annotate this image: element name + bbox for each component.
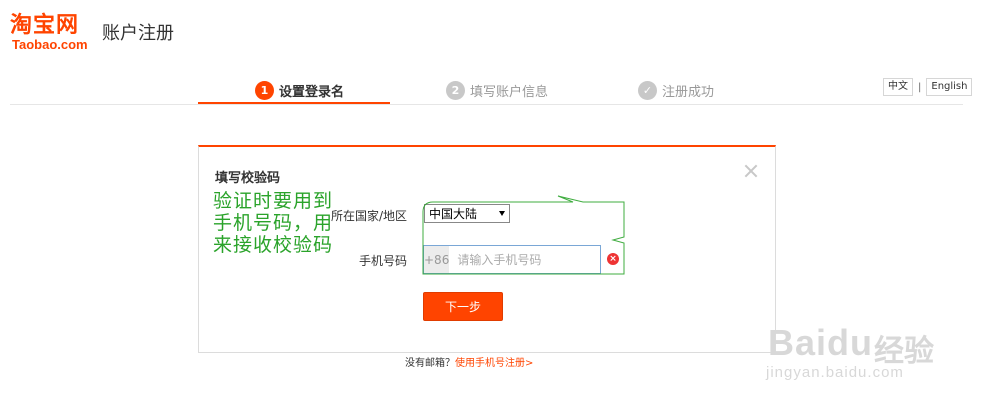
dialog-title: 填写校验码 <box>215 171 281 186</box>
page-title: 账户注册 <box>102 23 174 44</box>
step-2-label: 填写账户信息 <box>470 84 549 100</box>
step-account-info: 2 填写账户信息 <box>446 74 548 106</box>
lang-english-button[interactable]: English <box>926 78 973 96</box>
lang-chinese-button[interactable]: 中文 <box>883 78 913 96</box>
footer-note: 没有邮箱？使用手机号注册> <box>405 354 533 369</box>
no-email-text: 没有邮箱？ <box>405 358 455 369</box>
step-1-number: 1 <box>255 80 274 100</box>
header-divider <box>10 104 963 105</box>
watermark-url: jingyan.baidu.com <box>766 364 904 381</box>
language-switcher: 中文 | English <box>883 78 973 96</box>
lang-separator: | <box>918 81 922 93</box>
step-1-label: 设置登录名 <box>279 84 345 100</box>
step-success: ✓ 注册成功 <box>638 74 714 106</box>
logo-cn-text: 淘宝网 <box>10 13 80 38</box>
annotation-text: 验证时要用到手机号码，用来接收校验码 <box>213 190 334 256</box>
watermark-main: Baidu <box>768 322 874 363</box>
check-icon: ✓ <box>638 80 657 100</box>
close-icon[interactable] <box>743 163 759 179</box>
baidu-watermark: Baidu 经验 jingyan.baidu.com <box>764 300 954 390</box>
step-2-number: 2 <box>446 80 465 100</box>
step-3-label: 注册成功 <box>662 84 715 100</box>
annotation-callout-shape <box>422 195 625 275</box>
annotation-callout <box>422 195 625 275</box>
logo-en-text: Taobao.com <box>12 37 88 52</box>
register-with-phone-link[interactable]: 使用手机号注册> <box>455 358 533 369</box>
taobao-logo[interactable]: 淘宝网 Taobao.com <box>10 14 98 54</box>
registration-steps: 1 设置登录名 2 填写账户信息 ✓ 注册成功 <box>198 74 778 106</box>
next-step-button[interactable]: 下一步 <box>423 292 503 321</box>
